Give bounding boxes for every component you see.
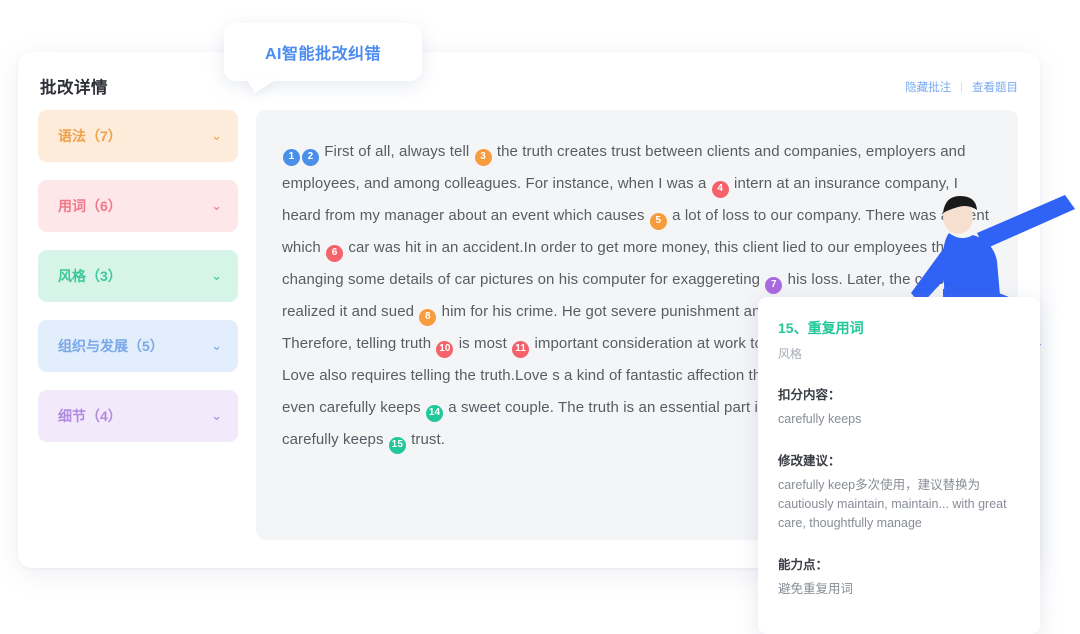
sidebar-item-grammar[interactable]: 语法（7） ⌄ [38, 110, 238, 162]
header-separator: | [960, 81, 963, 93]
ai-feature-tooltip: AI智能批改纠错 [224, 23, 422, 81]
category-list: 语法（7） ⌄ 用词（6） ⌄ 风格（3） ⌄ 组织与发展（5） ⌄ 细节（4）… [38, 110, 238, 460]
popup-title: 15、重复用词 [778, 320, 864, 336]
category-label-details: 细节（4） [58, 408, 122, 424]
page-title: 批改详情 [40, 79, 108, 97]
popup-suggestion-text: carefully keep多次使用，建议替换为 cautiously main… [778, 478, 1007, 530]
popup-suggestion-heading: 修改建议： [778, 454, 841, 468]
popup-suggestion-block: 修改建议： carefully keep多次使用，建议替换为 cautiousl… [778, 450, 1020, 533]
view-question-link[interactable]: 查看题目 [972, 79, 1018, 95]
sidebar-item-wording[interactable]: 用词（6） ⌄ [38, 180, 238, 232]
chevron-down-icon[interactable]: ⌄ [211, 268, 222, 284]
essay-text: is most [454, 335, 512, 352]
essay-text: First of all, always tell [320, 143, 474, 160]
hide-annotations-link[interactable]: 隐藏批注 [905, 79, 951, 95]
popup-deduction-text: carefully keeps [778, 412, 862, 426]
annotation-badge-2[interactable]: 2 [302, 148, 319, 166]
header-actions: 隐藏批注 | 查看题目 [905, 79, 1018, 95]
popup-skill-heading: 能力点： [778, 558, 829, 572]
category-label-organization: 组织与发展（5） [58, 338, 164, 354]
annotation-badge-5[interactable]: 5 [649, 212, 667, 230]
category-label-grammar: 语法（7） [58, 128, 122, 144]
sidebar-item-details[interactable]: 细节（4） ⌄ [38, 390, 238, 442]
annotation-badge-8[interactable]: 8 [419, 308, 437, 326]
annotation-badge-6[interactable]: 6 [326, 244, 344, 262]
annotation-badge-1[interactable]: 1 [283, 148, 300, 166]
essay-text: trust. [406, 431, 446, 448]
chevron-down-icon[interactable]: ⌄ [211, 128, 222, 144]
annotation-badge-10[interactable]: 10 [436, 340, 454, 358]
page-root: 批改详情 隐藏批注 | 查看题目 语法（7） ⌄ 用词（6） ⌄ 风格（3） ⌄… [0, 0, 1080, 634]
popup-deduction-block: 扣分内容： carefully keeps [778, 384, 1020, 429]
annotation-badge-11[interactable]: 11 [512, 340, 530, 358]
annotation-badge-14[interactable]: 14 [426, 404, 444, 422]
popup-skill-block: 能力点： 避免重复用词 [778, 554, 1020, 599]
popup-subtitle: 风格 [778, 347, 803, 361]
popup-skill-text: 避免重复用词 [778, 582, 854, 596]
chevron-down-icon[interactable]: ⌄ [211, 338, 222, 354]
annotation-badge-15[interactable]: 15 [388, 436, 406, 454]
popup-deduction-heading: 扣分内容： [778, 388, 841, 402]
sidebar-item-style[interactable]: 风格（3） ⌄ [38, 250, 238, 302]
chevron-down-icon[interactable]: ⌄ [211, 198, 222, 214]
ai-feature-tooltip-label: AI智能批改纠错 [264, 46, 381, 63]
annotation-badge-7[interactable]: 7 [765, 276, 783, 294]
category-label-style: 风格（3） [58, 268, 122, 284]
sidebar-item-organization[interactable]: 组织与发展（5） ⌄ [38, 320, 238, 372]
annotation-badge-4[interactable]: 4 [711, 180, 729, 198]
annotation-badge-3[interactable]: 3 [474, 148, 492, 166]
chevron-down-icon[interactable]: ⌄ [211, 408, 222, 424]
category-label-wording: 用词（6） [58, 198, 122, 214]
annotation-detail-popup: 15、重复用词 风格 扣分内容： carefully keeps 修改建议： c… [758, 297, 1040, 634]
